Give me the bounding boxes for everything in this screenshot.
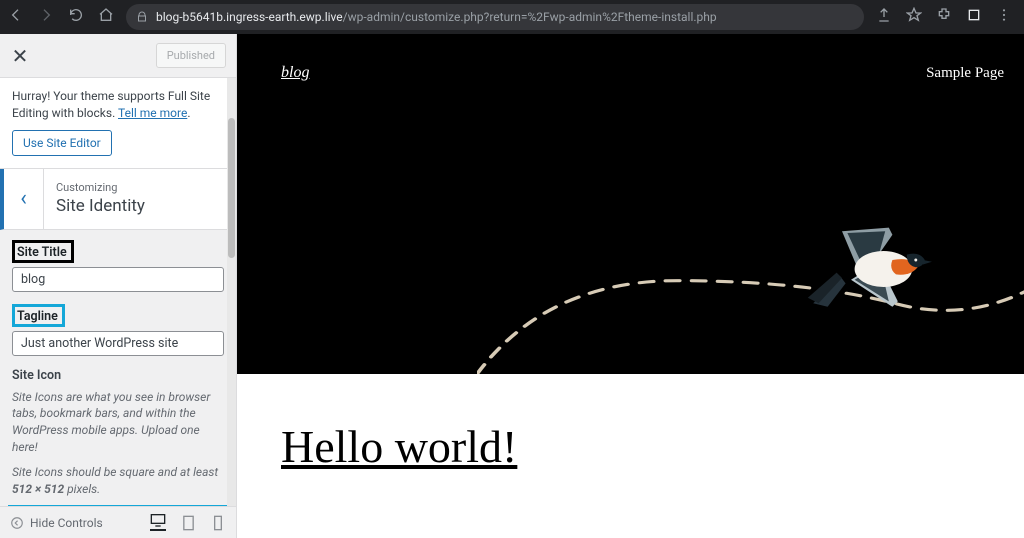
home-icon[interactable] — [98, 7, 114, 27]
forward-icon[interactable] — [38, 7, 54, 27]
customizer-header: ✕ Published — [0, 34, 236, 78]
lock-icon — [136, 11, 148, 23]
flight-path-decoration — [477, 234, 1024, 374]
extensions-icon[interactable] — [936, 7, 952, 27]
fse-notice: Hurray! Your theme supports Full Site Ed… — [0, 78, 236, 169]
preview-nav-link[interactable]: Sample Page — [926, 65, 1004, 82]
share-icon[interactable] — [876, 7, 892, 27]
url-domain: blog-b5641b.ingress-earth.ewp.live/wp-ad… — [156, 10, 717, 24]
preview-site-title[interactable]: blog — [281, 64, 309, 82]
post-title[interactable]: Hello world! — [281, 420, 980, 473]
device-tablet-button[interactable] — [180, 515, 196, 531]
use-site-editor-button[interactable]: Use Site Editor — [12, 130, 112, 156]
section-header: Customizing Site Identity — [0, 169, 236, 230]
address-bar[interactable]: blog-b5641b.ingress-earth.ewp.live/wp-ad… — [126, 4, 864, 30]
reload-icon[interactable] — [68, 7, 84, 27]
close-icon[interactable]: ✕ — [10, 46, 30, 66]
scrollbar-thumb[interactable] — [228, 118, 235, 258]
section-title: Site Identity — [56, 196, 145, 216]
browser-toolbar: blog-b5641b.ingress-earth.ewp.live/wp-ad… — [0, 0, 1024, 34]
back-button[interactable] — [4, 169, 44, 229]
back-icon[interactable] — [8, 7, 24, 27]
publish-button[interactable]: Published — [156, 43, 226, 68]
tagline-control: Tagline — [12, 304, 224, 356]
hide-controls-button[interactable]: Hide Controls — [10, 516, 103, 530]
tagline-input[interactable] — [12, 331, 224, 356]
site-preview: blog Sample Page — [237, 34, 1024, 538]
device-desktop-button[interactable] — [150, 515, 166, 531]
bird-illustration — [804, 224, 934, 314]
site-icon-desc-2: Site Icons should be square and at least… — [12, 464, 224, 498]
site-title-input[interactable] — [12, 267, 224, 292]
post-area: Hello world! — [237, 374, 1024, 473]
site-title-control: Site Title — [12, 240, 224, 292]
tagline-label: Tagline — [12, 304, 65, 327]
bookmark-icon[interactable] — [906, 7, 922, 27]
site-icon-desc-1: Site Icons are what you see in browser t… — [12, 389, 224, 456]
hero-section: blog Sample Page — [237, 34, 1024, 374]
fse-learn-more-link[interactable]: Tell me more — [118, 106, 187, 120]
customizer-panel: ✕ Published Hurray! Your theme supports … — [0, 34, 237, 538]
site-title-label: Site Title — [12, 240, 74, 263]
device-mobile-button[interactable] — [210, 515, 226, 531]
section-subtitle: Customizing — [56, 181, 145, 194]
site-icon-control: Site Icon Site Icons are what you see in… — [12, 368, 224, 506]
site-icon-heading: Site Icon — [12, 368, 224, 383]
chevron-left-icon — [10, 516, 24, 530]
profile-icon[interactable] — [966, 7, 982, 27]
customizer-footer: Hide Controls — [0, 506, 236, 538]
menu-icon[interactable] — [996, 7, 1012, 27]
